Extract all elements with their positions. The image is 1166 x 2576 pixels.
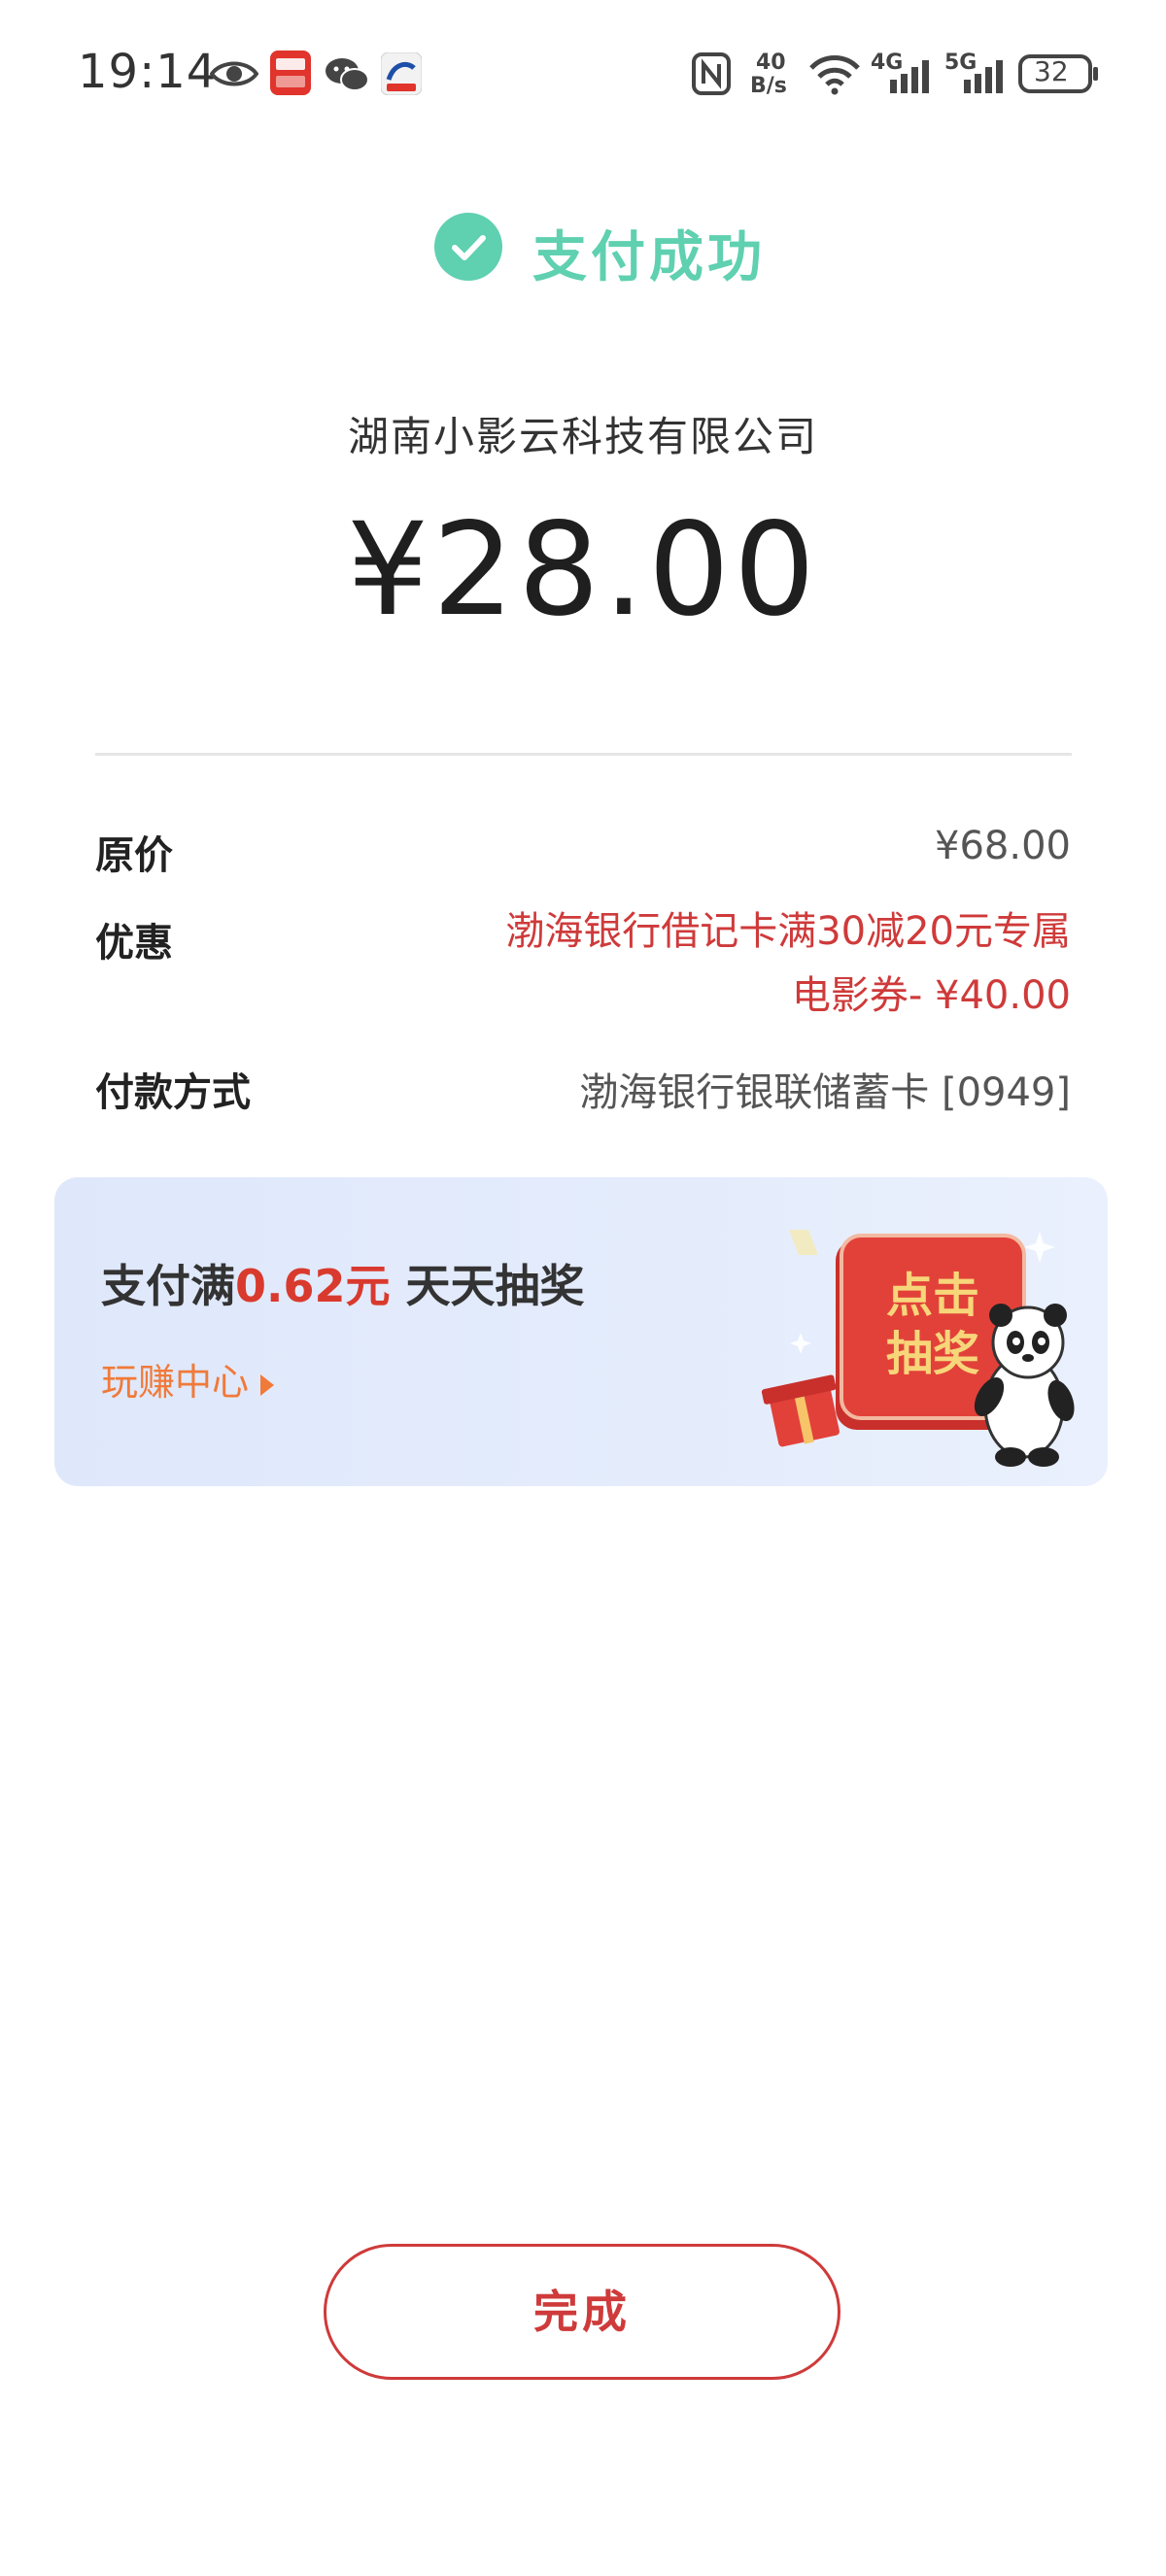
paid-amount: ¥28.00	[347, 495, 819, 645]
payment-method-value: 渤海银行银联储蓄卡 [0949]	[579, 1070, 1071, 1115]
payment-result-page: 19:14 40 B/s 4G 5G 32 支付成功 湖南小影云科技有限公司 ¥…	[0, 0, 1166, 2576]
lottery-promo-banner[interactable]: 支付满0.62元 天天抽奖 玩赚中心 点击 抽奖	[54, 1177, 1108, 1486]
original-price-value: ¥68.00	[935, 824, 1071, 868]
payment-status-text: 支付成功	[532, 226, 766, 289]
badge-line-1: 点击	[886, 1269, 979, 1323]
payment-method-label: 付款方式	[95, 1070, 251, 1115]
nfc-icon	[692, 52, 731, 95]
eye-icon	[210, 61, 258, 86]
app-icon-red	[270, 51, 311, 95]
check-circle-icon	[434, 213, 502, 281]
net-speed-value: 40	[756, 51, 786, 75]
discount-line-1: 渤海银行借记卡满30减20元专属	[505, 909, 1071, 954]
gift-icon	[761, 1374, 840, 1447]
discount-label: 优惠	[95, 921, 173, 966]
signal-icon	[890, 60, 929, 93]
merchant-name: 湖南小影云科技有限公司	[347, 413, 818, 460]
promo-suffix: 天天抽奖	[390, 1260, 585, 1312]
lottery-illustration[interactable]: 点击 抽奖	[760, 1197, 1090, 1478]
discount-line-2: 电影券- ¥40.00	[791, 973, 1071, 1018]
divider	[95, 753, 1072, 756]
wechat-icon	[326, 58, 369, 91]
arrow-right-icon	[260, 1373, 275, 1396]
original-price-label: 原价	[95, 833, 173, 878]
signal-icon-5g	[964, 60, 1003, 93]
promo-prefix: 支付满	[101, 1260, 235, 1312]
badge-line-2: 抽奖	[886, 1327, 979, 1381]
status-bar: 19:14 40 B/s 4G 5G 32	[0, 0, 1166, 146]
payment-status: 支付成功	[0, 208, 1166, 289]
promo-amount: 0.62元	[235, 1260, 391, 1312]
discount-value: 渤海银行借记卡满30减20元专属 电影券- ¥40.00	[391, 899, 1071, 1028]
status-time: 19:14	[78, 45, 218, 99]
net-speed-unit: B/s	[750, 74, 787, 98]
app-icon-blue	[381, 52, 422, 95]
done-button[interactable]: 完成	[324, 2244, 840, 2380]
promo-link-label: 玩赚中心	[101, 1361, 250, 1404]
wifi-icon	[809, 55, 860, 95]
battery-level: 32	[1034, 55, 1069, 87]
play-earn-center-link[interactable]: 玩赚中心	[101, 1352, 275, 1406]
promo-text: 支付满0.62元 天天抽奖	[101, 1251, 585, 1315]
